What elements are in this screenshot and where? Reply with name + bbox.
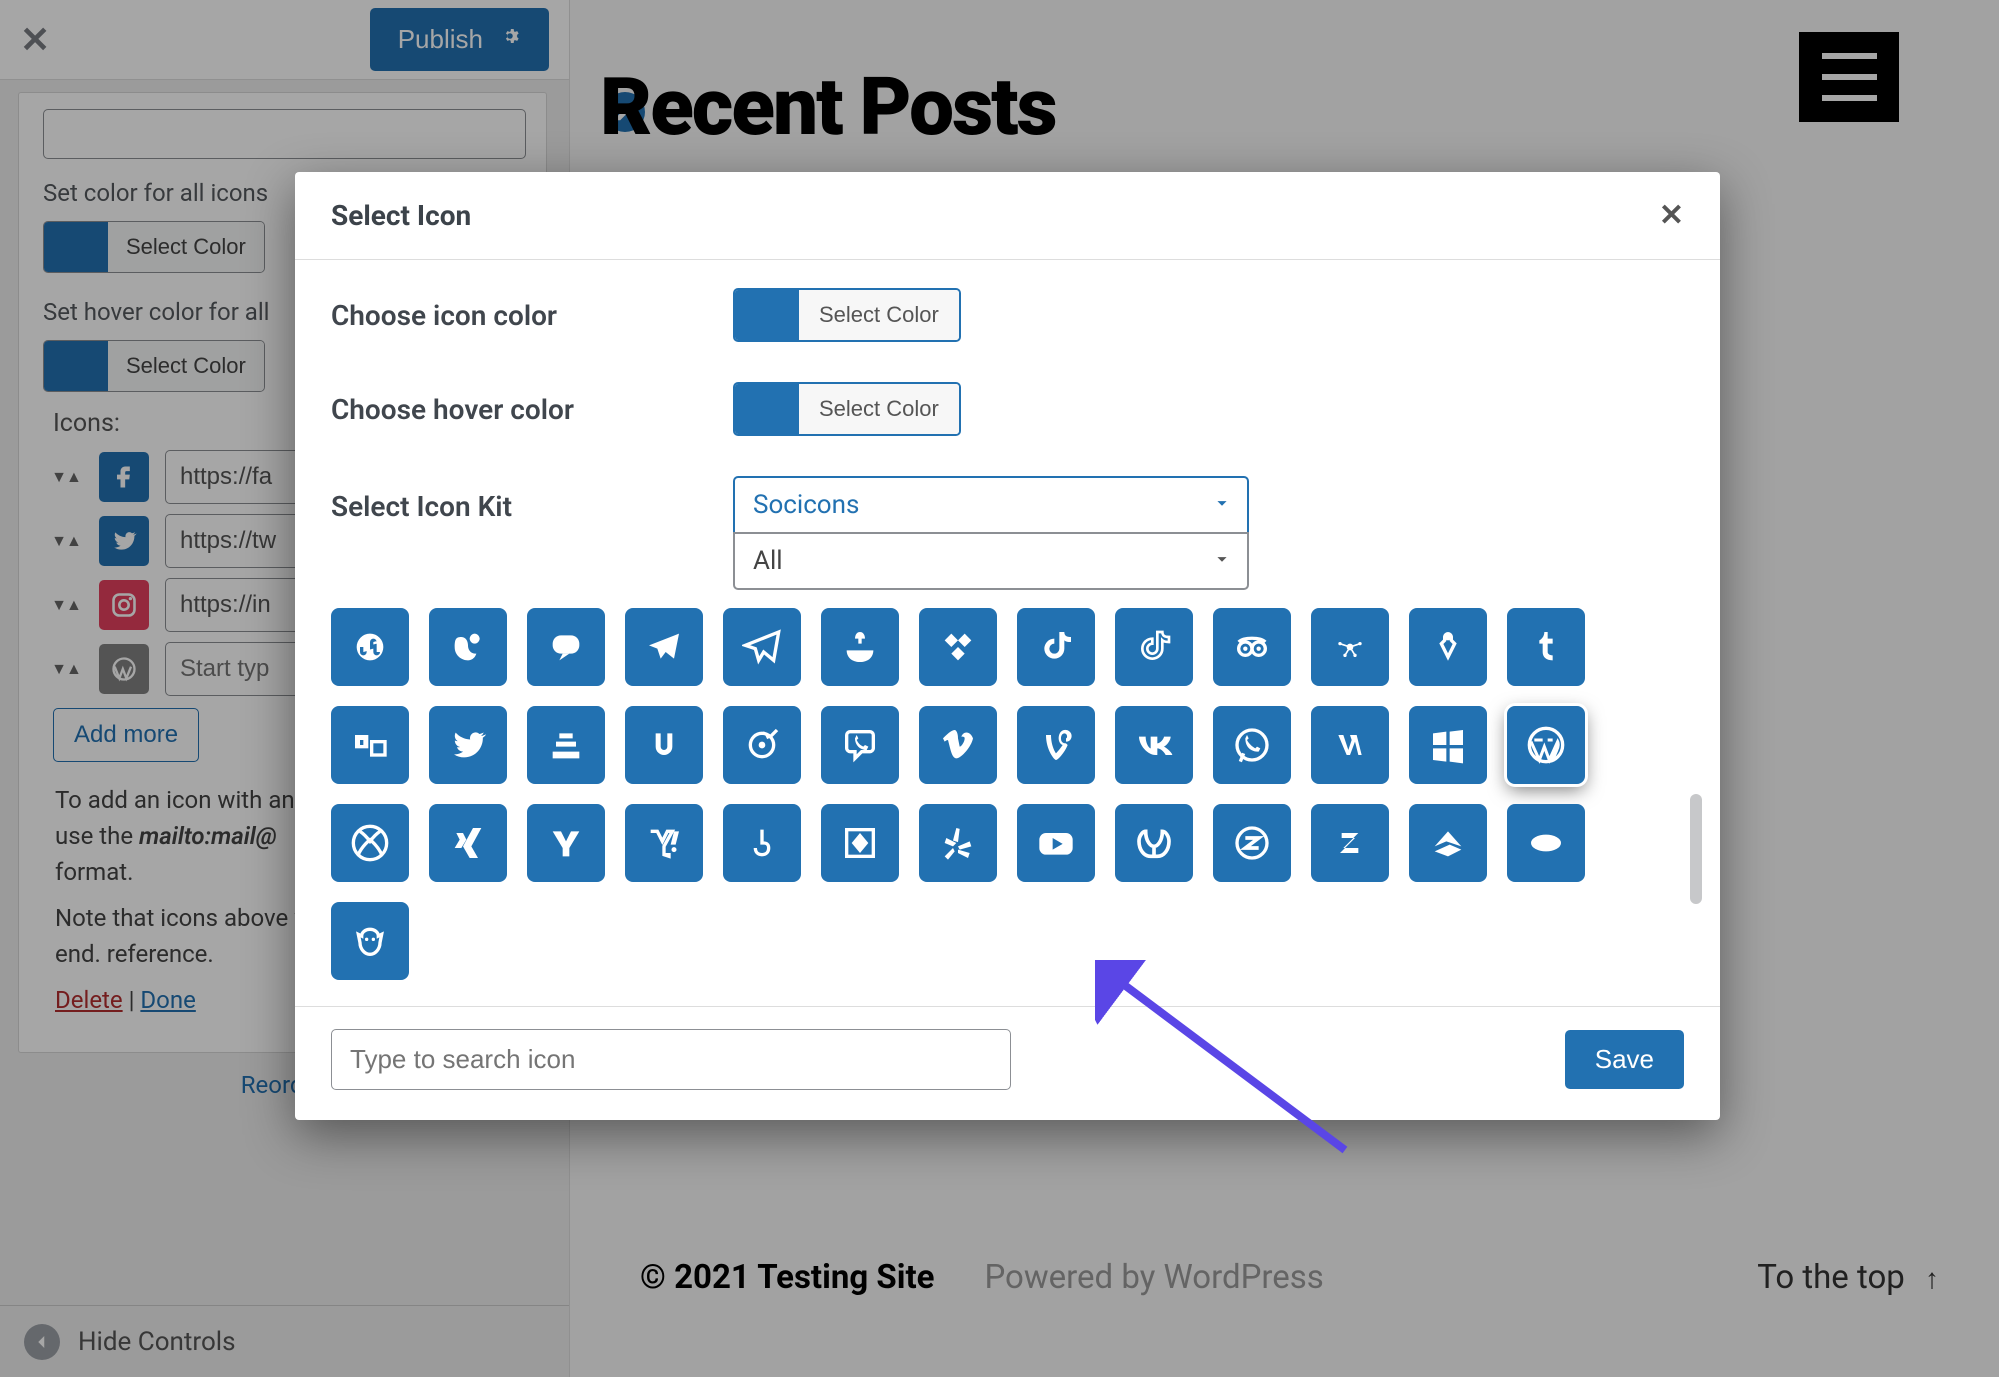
close-modal-button[interactable]: ✕ <box>1659 198 1684 233</box>
icon-option-xing[interactable] <box>429 804 507 882</box>
select-color-button[interactable]: Select Color <box>799 290 959 340</box>
icon-filter-value: All <box>733 532 1249 590</box>
icon-option-zynga[interactable] <box>331 902 409 980</box>
icon-option-telegram[interactable] <box>625 608 703 686</box>
icon-option-xbox[interactable] <box>331 804 409 882</box>
scrollbar-thumb[interactable] <box>1690 794 1702 904</box>
select-icon-modal: Select Icon ✕ Choose icon color Select C… <box>295 172 1720 1120</box>
icon-filter-select[interactable]: All <box>733 532 1249 590</box>
icon-option-vimeo[interactable] <box>919 706 997 784</box>
icon-option-tiktok-alt[interactable] <box>1115 608 1193 686</box>
icon-option-wikipedia[interactable] <box>1311 706 1389 784</box>
choose-icon-color-label: Choose icon color <box>331 299 733 332</box>
icon-option-sparkle[interactable] <box>1311 608 1389 686</box>
icon-grid <box>331 608 1684 980</box>
icon-option-yahoo[interactable] <box>527 804 605 882</box>
icon-option-tunein[interactable] <box>331 706 409 784</box>
icon-option-vk[interactable] <box>1115 706 1193 784</box>
icon-option-tumblr[interactable] <box>1507 608 1585 686</box>
icon-option-windows[interactable] <box>1409 706 1487 784</box>
icon-option-thumb[interactable] <box>821 608 899 686</box>
color-swatch-icon <box>735 384 799 434</box>
modal-footer: Save <box>295 1006 1720 1120</box>
icon-option-tidal[interactable] <box>919 608 997 686</box>
icon-option-youtube[interactable] <box>1017 804 1095 882</box>
icon-option-whatsapp[interactable] <box>1213 706 1291 784</box>
icon-option-y-pipe[interactable] <box>723 804 801 882</box>
icon-option-diamond[interactable] <box>821 804 899 882</box>
save-button[interactable]: Save <box>1565 1030 1684 1089</box>
choose-hover-color-label: Choose hover color <box>331 393 733 426</box>
icon-option-zazzle[interactable] <box>1213 804 1291 882</box>
icon-kit-select[interactable]: Socicons <box>733 476 1249 534</box>
select-icon-kit-label: Select Icon Kit <box>331 476 733 523</box>
icon-option-zillow[interactable] <box>1409 804 1487 882</box>
hover-color-picker[interactable]: Select Color <box>733 382 961 436</box>
icon-option-fork[interactable] <box>1409 608 1487 686</box>
icon-option-tripadvisor[interactable] <box>1213 608 1291 686</box>
icon-option-wordpress[interactable] <box>1507 706 1585 784</box>
icon-option-viber[interactable] <box>821 706 899 784</box>
modal-header: Select Icon ✕ <box>295 172 1720 260</box>
icon-option-tiktok[interactable] <box>1017 608 1095 686</box>
icon-kit-value: Socicons <box>733 476 1249 534</box>
icon-option-yelp[interactable] <box>919 804 997 882</box>
icon-option-z-logo[interactable] <box>1311 804 1389 882</box>
icon-search-input[interactable] <box>331 1029 1011 1090</box>
modal-body: Choose icon color Select Color Choose ho… <box>295 260 1720 1006</box>
modal-title: Select Icon <box>331 199 471 232</box>
icon-option-zomato[interactable] <box>1507 804 1585 882</box>
icon-option-stumbleupon[interactable] <box>331 608 409 686</box>
icon-option-y-curl[interactable] <box>1115 804 1193 882</box>
icon-color-picker[interactable]: Select Color <box>733 288 961 342</box>
icon-option-telegram-plane[interactable] <box>723 608 801 686</box>
color-swatch-icon <box>735 290 799 340</box>
icon-option-target[interactable] <box>723 706 801 784</box>
icon-option-u-logo[interactable] <box>625 706 703 784</box>
icon-option-stack[interactable] <box>527 706 605 784</box>
icon-option-twitter[interactable] <box>429 706 507 784</box>
icon-option-vine[interactable] <box>1017 706 1095 784</box>
icon-option-yahoo-alt[interactable] <box>625 804 703 882</box>
icon-option-chat[interactable] <box>527 608 605 686</box>
icon-option-swarm[interactable] <box>429 608 507 686</box>
select-color-button[interactable]: Select Color <box>799 384 959 434</box>
